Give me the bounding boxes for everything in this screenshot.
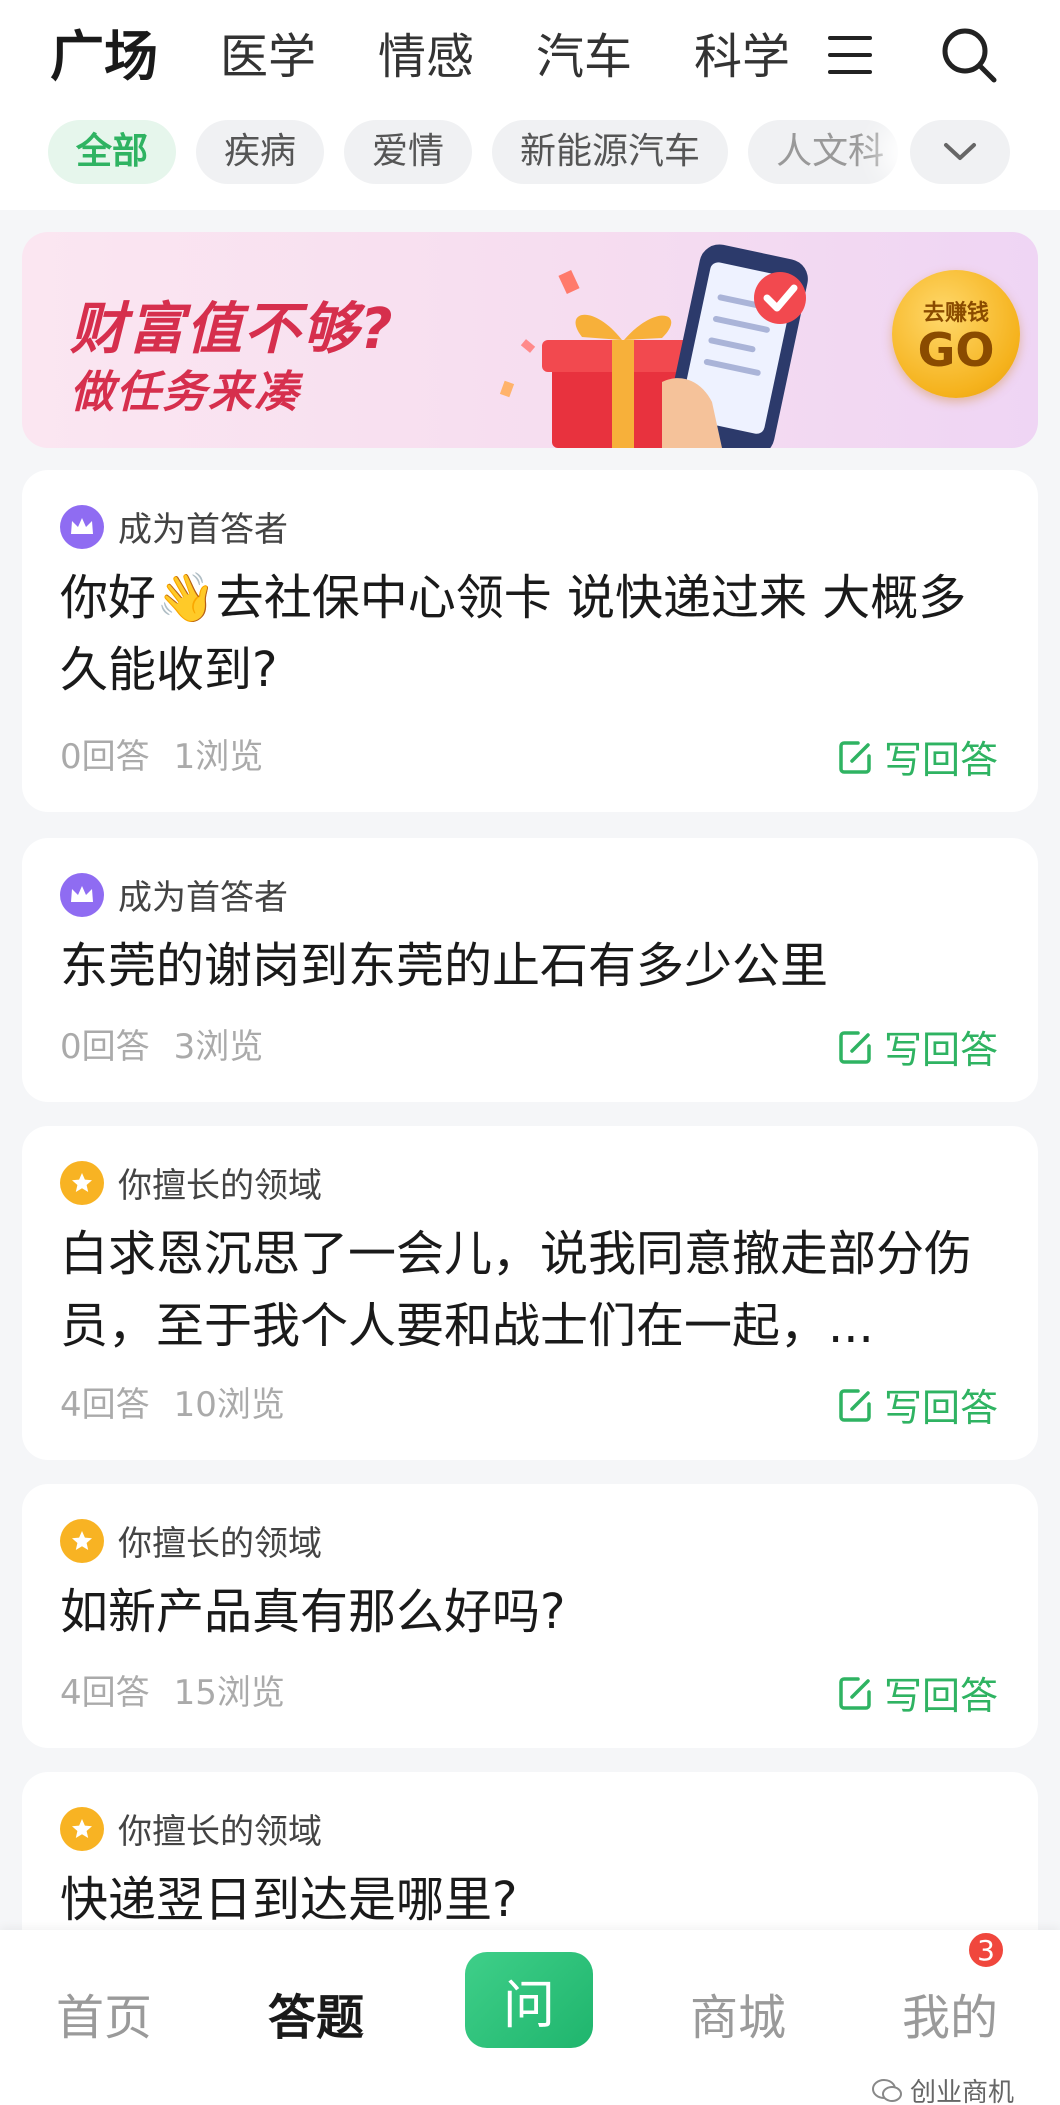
tag-label: 成为首答者 xyxy=(118,510,288,550)
tab-square[interactable]: 广场 xyxy=(50,22,158,92)
earn-wealth-banner[interactable]: 财富值不够? 做任务来凑 去赚钱 GO xyxy=(22,232,1038,448)
banner-subtitle: 做任务来凑 xyxy=(70,367,300,418)
tab-emotion[interactable]: 情感 xyxy=(378,22,474,92)
answer-count: 4回答 xyxy=(60,1385,150,1425)
tag-label: 你擅长的领域 xyxy=(118,1812,322,1852)
question-title[interactable]: 你好👋去社保中心领卡 说快递过来 大概多久能收到? xyxy=(60,562,978,706)
chip-all[interactable]: 全部 xyxy=(48,120,177,184)
question-title[interactable]: 快递翌日到达是哪里? xyxy=(60,1864,978,1936)
edit-icon xyxy=(839,1030,871,1064)
tab-medicine[interactable]: 医学 xyxy=(220,22,316,92)
crown-icon xyxy=(60,504,104,549)
watermark: 创业商机 xyxy=(872,2072,1014,2105)
question-stats: 4回答 15浏览 xyxy=(60,1665,309,1714)
tag-label: 成为首答者 xyxy=(118,878,288,918)
question-title[interactable]: 东莞的谢岗到东莞的止石有多少公里 xyxy=(60,930,978,1002)
write-answer-button[interactable]: 写回答 xyxy=(838,1019,998,1074)
gift-phone-illustration xyxy=(499,244,808,448)
star-icon xyxy=(60,1806,104,1851)
answer-count: 4回答 xyxy=(60,1673,150,1713)
write-answer-button[interactable]: 写回答 xyxy=(838,1665,998,1720)
question-stats: 0回答 1浏览 xyxy=(60,729,287,778)
star-icon xyxy=(60,1160,104,1205)
write-answer-button[interactable]: 写回答 xyxy=(838,1377,998,1432)
tab-science[interactable]: 科学 xyxy=(694,22,790,92)
question-stats: 4回答 10浏览 xyxy=(60,1377,309,1426)
answer-count: 0回答 xyxy=(60,1027,150,1067)
question-card[interactable]: 你擅长的领域 如新产品真有那么好吗? 4回答 15浏览 写回答 xyxy=(22,1484,1038,1748)
chip-humanities[interactable]: 人文科 xyxy=(748,120,899,184)
view-count: 1浏览 xyxy=(173,737,264,777)
nav-home[interactable]: 首页 xyxy=(56,1978,152,2048)
question-title[interactable]: 如新产品真有那么好吗? xyxy=(60,1576,978,1648)
card-tag: 成为首答者 xyxy=(60,502,288,551)
tag-label: 你擅长的领域 xyxy=(118,1524,322,1564)
write-answer-label: 写回答 xyxy=(883,1386,998,1430)
tab-car[interactable]: 汽车 xyxy=(536,22,632,92)
watermark-text: 创业商机 xyxy=(910,2078,1015,2105)
nav-mine[interactable]: 我的 xyxy=(902,1978,998,2048)
card-tag: 成为首答者 xyxy=(60,870,288,919)
question-card[interactable]: 成为首答者 东莞的谢岗到东莞的止石有多少公里 0回答 3浏览 写回答 xyxy=(22,838,1038,1102)
write-answer-label: 写回答 xyxy=(883,1028,998,1072)
search-icon[interactable] xyxy=(938,24,1000,86)
write-answer-label: 写回答 xyxy=(883,1674,998,1718)
ask-question-button[interactable]: 问 xyxy=(465,1952,593,2048)
go-big-label: GO xyxy=(917,323,995,377)
write-answer-label: 写回答 xyxy=(883,738,998,782)
card-tag: 你擅长的领域 xyxy=(60,1804,322,1853)
top-navigation: 广场 医学 情感 汽车 科学 全部 疾病 爱情 新能源汽车 人文科 xyxy=(0,0,1060,210)
chevron-down-icon[interactable] xyxy=(910,120,1010,184)
card-tag: 你擅长的领域 xyxy=(60,1158,322,1207)
chip-love[interactable]: 爱情 xyxy=(344,120,473,184)
view-count: 10浏览 xyxy=(173,1385,285,1425)
view-count: 15浏览 xyxy=(173,1673,285,1713)
crown-icon xyxy=(60,872,104,917)
menu-icon[interactable] xyxy=(826,30,876,80)
notification-badge: 3 xyxy=(966,1930,1006,1970)
question-title[interactable]: 白求恩沉思了一会儿，说我同意撤走部分伤员，至于我个人要和战士们在一起，... xyxy=(60,1218,978,1362)
tag-label: 你擅长的领域 xyxy=(118,1166,322,1206)
wechat-icon xyxy=(872,2078,902,2102)
question-card[interactable]: 成为首答者 你好👋去社保中心领卡 说快递过来 大概多久能收到? 0回答 1浏览 … xyxy=(22,470,1038,812)
sub-category-chips: 全部 疾病 爱情 新能源汽车 人文科 xyxy=(48,120,918,184)
write-answer-button[interactable]: 写回答 xyxy=(838,729,998,784)
question-stats: 0回答 3浏览 xyxy=(60,1019,287,1068)
answer-count: 0回答 xyxy=(60,737,150,777)
banner-title: 财富值不够? xyxy=(70,297,395,362)
go-earn-button[interactable]: 去赚钱 GO xyxy=(892,270,1020,398)
chip-new-energy-car[interactable]: 新能源汽车 xyxy=(492,120,729,184)
category-tabs: 广场 医学 情感 汽车 科学 xyxy=(50,22,852,92)
card-tag: 你擅长的领域 xyxy=(60,1516,322,1565)
edit-icon xyxy=(839,740,871,774)
edit-icon xyxy=(839,1676,871,1710)
nav-answer[interactable]: 答题 xyxy=(268,1978,364,2048)
edit-icon xyxy=(839,1388,871,1422)
nav-mall[interactable]: 商城 xyxy=(690,1978,786,2048)
chip-disease[interactable]: 疾病 xyxy=(196,120,325,184)
view-count: 3浏览 xyxy=(173,1027,264,1067)
question-card[interactable]: 你擅长的领域 白求恩沉思了一会儿，说我同意撤走部分伤员，至于我个人要和战士们在一… xyxy=(22,1126,1038,1460)
star-icon xyxy=(60,1518,104,1563)
